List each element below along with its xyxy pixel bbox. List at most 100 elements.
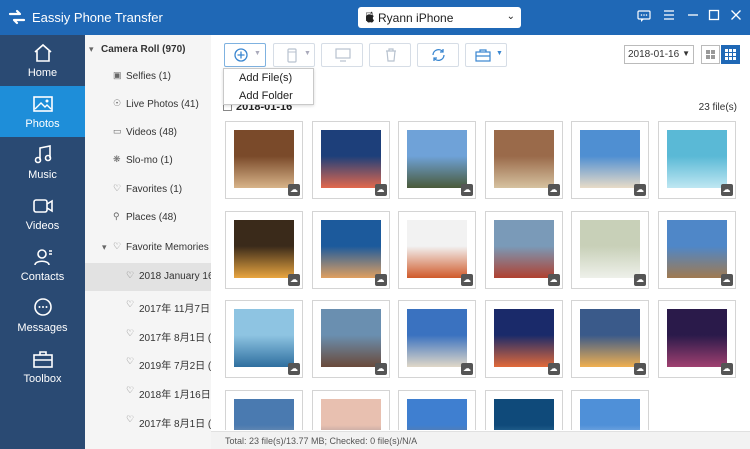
music-icon <box>34 145 52 164</box>
nav-label: Music <box>28 169 57 181</box>
photo-thumbnail[interactable]: ☁ <box>484 210 563 289</box>
photos-icon <box>33 96 53 112</box>
photo-thumbnail[interactable]: ☁ <box>484 300 563 378</box>
file-count: 23 file(s) <box>698 102 737 113</box>
cloud-icon: ☁ <box>634 273 646 286</box>
photo-thumbnail[interactable]: ☁ <box>398 300 476 378</box>
tree-item-memory[interactable]: ♡ 2017年 8月1日 (1 <box>85 321 211 349</box>
photo-thumbnail[interactable]: ☁ <box>398 210 476 289</box>
photo-thumbnail[interactable]: ☁ <box>657 210 736 289</box>
delete-button[interactable] <box>369 43 411 67</box>
tree-item-selfies[interactable]: ▣ Selfies (1) <box>85 63 211 91</box>
add-button[interactable]: ▼ <box>224 43 266 67</box>
chevron-down-icon: ▼ <box>682 49 690 58</box>
tree-item-memory[interactable]: ♡ 2018 January 16 ( <box>85 263 211 291</box>
menu-item-add-folder[interactable]: Add Folder <box>239 90 293 102</box>
device-selector[interactable]:  Ryann iPhone ⌄ <box>358 7 521 28</box>
export-to-device-button[interactable]: ▼ <box>273 43 315 67</box>
toolbox-icon <box>475 49 491 62</box>
photo-thumbnail[interactable]: ☁ <box>311 210 390 289</box>
contacts-icon <box>34 249 52 266</box>
tree-item-places[interactable]: ⚲ Places (48) <box>85 204 211 232</box>
tree-label: Selfies (1) <box>126 71 172 82</box>
cloud-icon: ☁ <box>374 273 387 286</box>
cloud-icon: ☁ <box>720 363 733 375</box>
caret-down-icon: ▾ <box>89 44 94 54</box>
nav-music[interactable]: Music <box>0 137 85 188</box>
refresh-button[interactable] <box>417 43 459 67</box>
view-large-grid-button[interactable] <box>721 45 740 64</box>
cloud-icon: ☁ <box>720 184 733 196</box>
tree-label: Videos (48) <box>126 127 177 138</box>
photo-thumbnail[interactable]: ☁ <box>225 389 303 430</box>
photo-thumbnail[interactable]: ☁ <box>225 121 303 199</box>
date-value: 2018-01-16 <box>628 49 680 60</box>
photo-image <box>320 219 381 278</box>
view-small-grid-button[interactable] <box>701 45 720 64</box>
feedback-icon[interactable] <box>636 9 652 25</box>
tree-item-memory[interactable]: ♡ 2017年 11月7日 ( <box>85 292 211 320</box>
photo-thumbnail[interactable]: ☁ <box>657 300 736 378</box>
tree-root-camera-roll[interactable]: ▾ Camera Roll (970) <box>85 36 211 64</box>
photo-thumbnail[interactable]: ☁ <box>225 210 303 289</box>
menu-item-add-files[interactable]: Add File(s) <box>239 72 292 84</box>
photo-thumbnail[interactable]: ☁ <box>571 300 649 378</box>
export-to-pc-button[interactable] <box>321 43 363 67</box>
tree-item-favorites[interactable]: ♡ Favorites (1) <box>85 176 211 204</box>
tree-label: Places (48) <box>126 212 177 223</box>
tree-item-memory[interactable]: ♡ 2017年 8月1日 (1 <box>85 407 211 435</box>
toolbox-icon <box>33 351 53 368</box>
tree-label: Live Photos (41) <box>126 99 199 110</box>
tree-item-slo-mo[interactable]: ❋ Slo-mo (1) <box>85 147 211 175</box>
tree-item-memory[interactable]: ♡ 2018年 1月16日 ( <box>85 378 211 406</box>
photo-thumbnail[interactable]: ☁ <box>225 300 303 378</box>
cloud-icon: ☁ <box>374 184 387 196</box>
nav-toolbox[interactable]: Toolbox <box>0 341 85 392</box>
photo-image <box>234 398 294 430</box>
apple-logo-icon <box>366 11 374 23</box>
photo-thumbnail[interactable]: ☁ <box>398 389 476 430</box>
tree-label: 2018 January 16 ( <box>139 271 211 282</box>
tree-item-memory[interactable]: ♡ 2019年 7月2日 (8 <box>85 349 211 377</box>
tree-item-videos[interactable]: ▭ Videos (48) <box>85 119 211 147</box>
maximize-icon[interactable] <box>706 9 722 25</box>
photo-thumbnail[interactable]: ☁ <box>571 389 649 430</box>
cloud-icon: ☁ <box>461 184 473 196</box>
large-grid-icon <box>725 49 736 60</box>
nav-videos[interactable]: Videos <box>0 188 85 239</box>
photo-image <box>666 309 727 367</box>
nav-label: Toolbox <box>23 373 62 385</box>
photo-image <box>666 130 727 188</box>
photo-thumbnail[interactable]: ☁ <box>398 121 476 199</box>
cloud-icon: ☁ <box>288 184 300 196</box>
device-name: Ryann iPhone <box>378 11 454 25</box>
cloud-icon: ☁ <box>461 273 473 286</box>
minimize-icon[interactable] <box>685 9 701 25</box>
photo-thumbnail[interactable]: ☁ <box>311 300 390 378</box>
photo-image <box>320 398 381 430</box>
home-icon <box>34 43 52 62</box>
tree-label: 2019年 7月2日 (8 <box>139 361 211 372</box>
photo-thumbnail[interactable]: ☁ <box>484 121 563 199</box>
photo-thumbnail[interactable]: ☁ <box>657 121 736 199</box>
photo-thumbnail[interactable]: ☁ <box>484 389 563 430</box>
photo-thumbnail[interactable]: ☁ <box>571 121 649 199</box>
album-tree: ▾ Camera Roll (970) ▣ Selfies (1) ☉ Live… <box>85 35 211 449</box>
nav-home[interactable]: Home <box>0 35 85 86</box>
tree-item-favorite-memories[interactable]: ▾ ♡ Favorite Memories (36 <box>85 234 211 262</box>
close-icon[interactable] <box>728 9 744 25</box>
toolbox-button[interactable]: ▼ <box>465 43 507 67</box>
small-grid-icon <box>706 50 715 59</box>
photo-thumbnail[interactable]: ☁ <box>571 210 649 289</box>
nav-contacts[interactable]: Contacts <box>0 239 85 290</box>
photo-thumbnail[interactable]: ☁ <box>311 389 390 430</box>
app-title: Eassiy Phone Transfer <box>32 10 163 25</box>
nav-messages[interactable]: Messages <box>0 290 85 341</box>
heart-icon: ♡ <box>126 299 135 309</box>
photo-thumbnail[interactable]: ☁ <box>311 121 390 199</box>
nav-photos[interactable]: Photos <box>0 86 85 137</box>
date-select[interactable]: 2018-01-16 ▼ <box>624 45 694 64</box>
menu-icon[interactable] <box>661 9 677 25</box>
tree-item-live-photos[interactable]: ☉ Live Photos (41) <box>85 91 211 119</box>
chevron-down-icon: ⌄ <box>506 11 515 22</box>
